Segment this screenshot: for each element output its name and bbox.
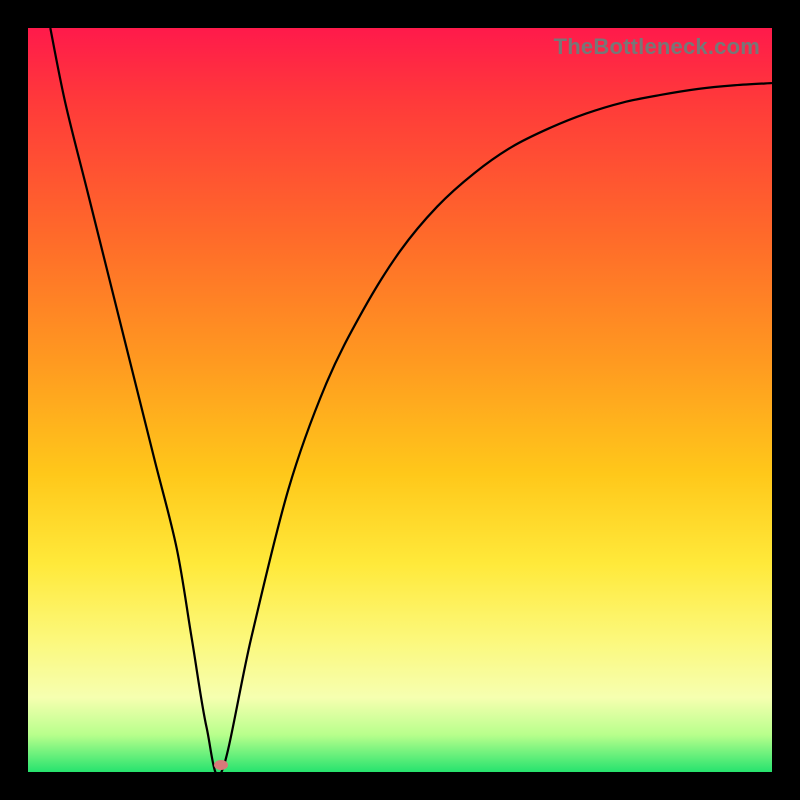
curve-svg	[28, 28, 772, 772]
bottleneck-curve-path	[50, 28, 772, 772]
minimum-marker	[214, 760, 228, 770]
plot-area: TheBottleneck.com	[28, 28, 772, 772]
chart-frame: TheBottleneck.com	[0, 0, 800, 800]
